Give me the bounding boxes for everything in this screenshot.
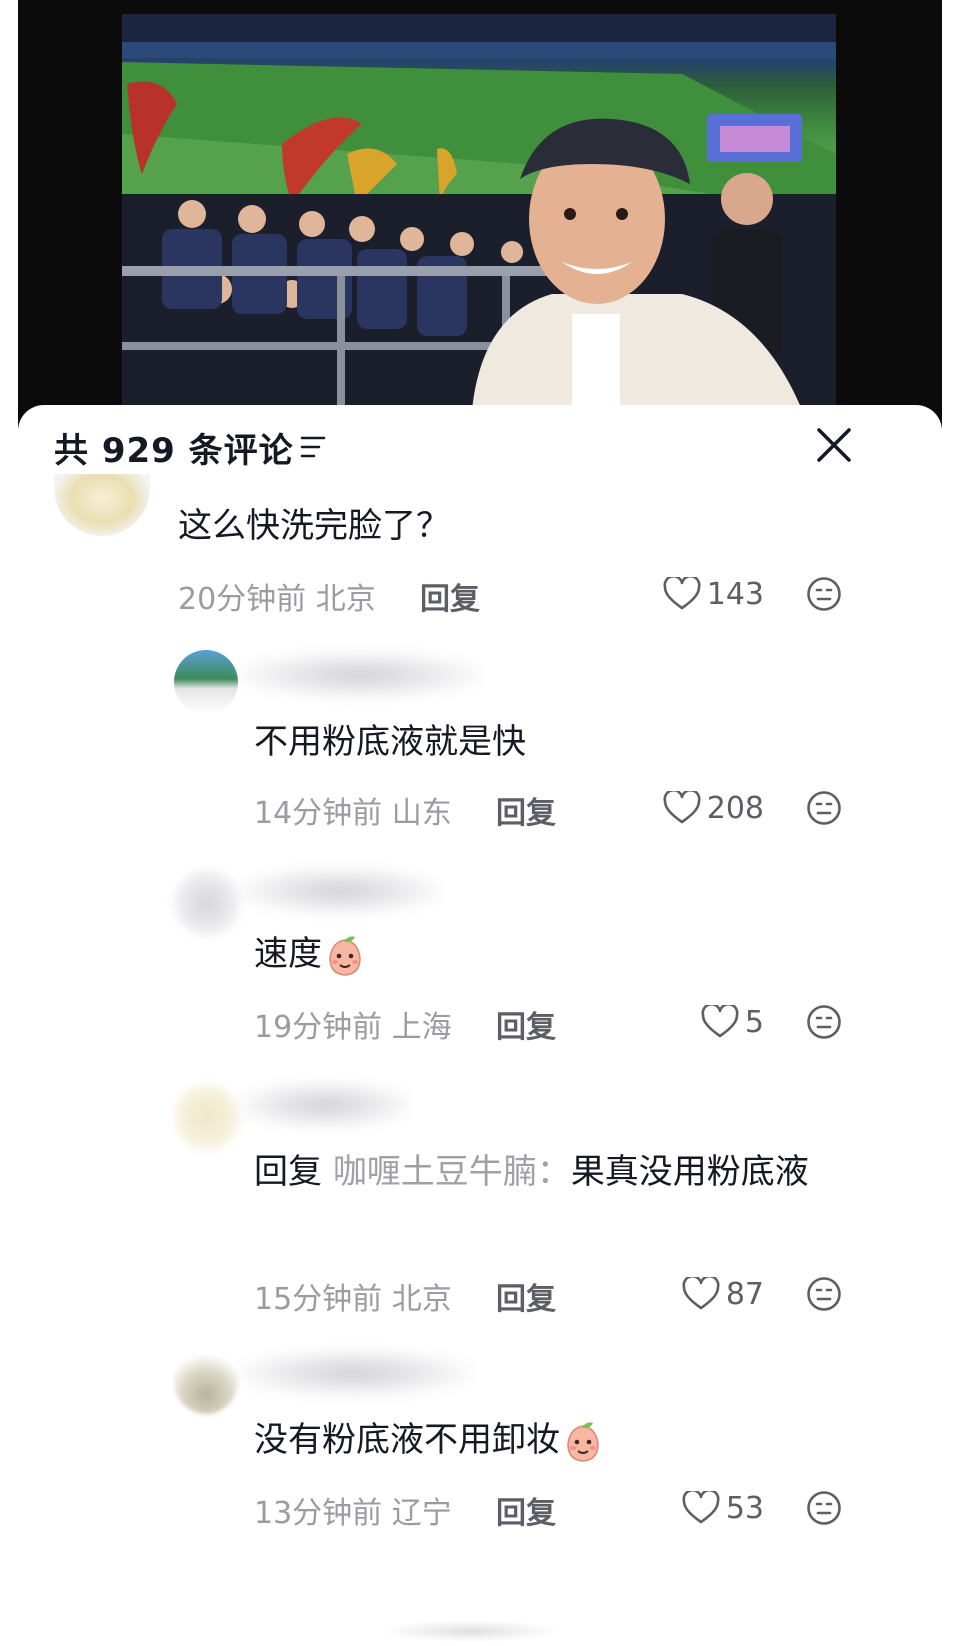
peach-emoji-icon xyxy=(329,935,361,976)
comment-meta: 20分钟前 北京 xyxy=(178,574,376,618)
neutral-face-icon[interactable] xyxy=(806,576,842,612)
reply-button[interactable]: 回复 xyxy=(420,574,480,618)
comment-text-content: 速度 xyxy=(254,934,322,974)
comment-text-content: 没有粉底液不用卸妆 xyxy=(254,1420,560,1460)
comment-time: 19分钟前 xyxy=(254,1010,383,1045)
peach-emoji-icon xyxy=(567,1421,599,1462)
neutral-face-icon[interactable] xyxy=(806,1276,842,1312)
neutral-face-icon[interactable] xyxy=(806,1490,842,1526)
neutral-face-icon[interactable] xyxy=(806,1004,842,1040)
comment-location: 北京 xyxy=(391,1282,452,1317)
reply-colon: ： xyxy=(536,1152,571,1192)
comment-text: 回复 咖喱土豆牛腩：果真没用粉底液 xyxy=(254,1142,854,1202)
like-button[interactable]: 208 xyxy=(640,788,764,828)
like-count: 208 xyxy=(706,790,764,826)
heart-outline-icon xyxy=(663,577,701,610)
comment-text: 这么快洗完脸了？ xyxy=(178,506,450,546)
blurred-username xyxy=(240,1350,470,1396)
video-frame-image xyxy=(122,14,836,410)
like-button[interactable]: 53 xyxy=(640,1488,764,1528)
like-count: 53 xyxy=(725,1490,764,1526)
like-count: 5 xyxy=(744,1004,764,1040)
comment-meta: 19分钟前 上海 xyxy=(254,1002,452,1046)
like-count: 87 xyxy=(725,1276,764,1312)
comment-text: 不用粉底液就是快 xyxy=(254,722,526,762)
video-player[interactable] xyxy=(18,0,942,430)
comment-text: 没有粉底液不用卸妆 xyxy=(254,1410,604,1470)
neutral-face-icon[interactable] xyxy=(806,790,842,826)
like-button[interactable]: 143 xyxy=(640,574,764,614)
comments-header: 共 929 条评论 xyxy=(18,405,942,485)
reply-target-username[interactable]: 咖喱土豆牛腩 xyxy=(333,1152,537,1192)
close-icon[interactable] xyxy=(816,427,852,463)
comment-location: 山东 xyxy=(391,796,452,831)
avatar[interactable] xyxy=(174,650,238,714)
sort-lines-icon[interactable] xyxy=(300,435,326,459)
comment-time: 20分钟前 xyxy=(178,582,307,617)
reply-button[interactable]: 回复 xyxy=(496,1274,556,1318)
scroll-fade xyxy=(380,1620,560,1642)
comment-count-title: 共 929 条评论 xyxy=(54,431,294,471)
comment-location: 上海 xyxy=(391,1010,452,1045)
comment-meta: 13分钟前 辽宁 xyxy=(254,1488,452,1532)
comment-time: 15分钟前 xyxy=(254,1282,383,1317)
comment-time: 13分钟前 xyxy=(254,1496,383,1531)
blurred-username xyxy=(240,1082,410,1128)
heart-outline-icon xyxy=(682,1277,720,1310)
reply-button[interactable]: 回复 xyxy=(496,1002,556,1046)
comment-location: 北京 xyxy=(315,582,376,617)
like-button[interactable]: 5 xyxy=(640,1002,764,1042)
comment-meta: 15分钟前 北京 xyxy=(254,1274,452,1318)
like-count: 143 xyxy=(706,576,764,612)
comment-meta: 14分钟前 山东 xyxy=(254,788,452,832)
avatar[interactable] xyxy=(174,1350,238,1414)
heart-outline-icon xyxy=(701,1005,739,1038)
reply-button[interactable]: 回复 xyxy=(496,788,556,832)
comment-location: 辽宁 xyxy=(391,1496,452,1531)
blurred-username xyxy=(240,868,440,914)
reply-prefix: 回复 xyxy=(254,1152,322,1192)
comment-text: 速度 xyxy=(254,924,366,984)
like-button[interactable]: 87 xyxy=(640,1274,764,1314)
heart-outline-icon xyxy=(663,791,701,824)
comment-time: 14分钟前 xyxy=(254,796,383,831)
heart-outline-icon xyxy=(682,1491,720,1524)
avatar[interactable] xyxy=(172,1082,242,1152)
reply-button[interactable]: 回复 xyxy=(496,1488,556,1532)
comment-text-content: 果真没用粉底液 xyxy=(570,1152,809,1192)
avatar[interactable] xyxy=(172,868,242,938)
blurred-username xyxy=(240,652,480,698)
